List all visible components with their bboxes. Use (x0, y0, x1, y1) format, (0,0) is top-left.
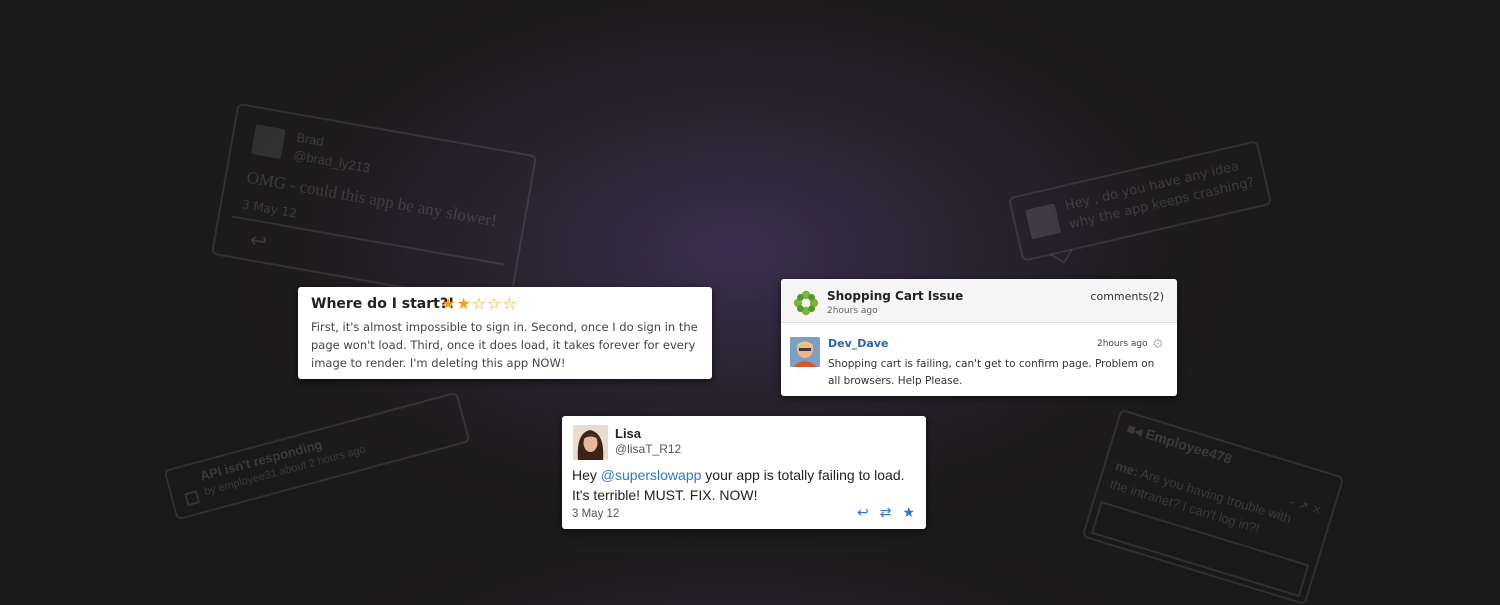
pinwheel-logo-icon (793, 290, 819, 316)
favorite-icon[interactable]: ★ (902, 505, 915, 521)
review-title: Where do I start?! (311, 296, 455, 312)
tweet-actions: ↩ ⇄ ★ (857, 505, 915, 521)
background-ticket-item: API isn't responding by employee31 about… (163, 391, 471, 521)
chat-sender: me: (1113, 458, 1141, 480)
issue-time: 2hours ago (827, 306, 878, 316)
comments-link[interactable]: comments(2) (1090, 290, 1164, 303)
background-chat-window: ■◂ Employee478 – ↗ × me: Are you having … (1081, 408, 1345, 605)
issue-header: Shopping Cart Issue 2hours ago comments(… (781, 279, 1177, 323)
star-empty-icon: ☆ (487, 294, 503, 313)
avatar (790, 337, 820, 367)
mention-link[interactable]: @superslowapp (601, 467, 702, 483)
review-body: First, it's almost impossible to sign in… (311, 320, 698, 370)
retweet-icon[interactable]: ⇄ (880, 505, 892, 521)
avatar (1025, 203, 1062, 240)
bubble-text: Hey , do you have any idea why the app k… (1063, 155, 1256, 235)
tweet-text: OMG - could this app be any slower! (245, 167, 499, 231)
issue-title: Shopping Cart Issue (827, 289, 964, 303)
avatar (573, 425, 608, 460)
star-empty-icon: ☆ (471, 294, 488, 313)
comment-text: Shopping cart is failing, can't get to c… (828, 358, 1155, 387)
comment-author[interactable]: Dev_Dave (828, 337, 888, 350)
gear-icon[interactable]: ⚙ (1152, 337, 1164, 352)
reply-icon[interactable]: ↩ (857, 505, 869, 521)
review-card: Where do I start?! ★★☆☆☆ First, it's alm… (298, 287, 712, 379)
tweet-date: 3 May 12 (572, 508, 620, 520)
comment-time: 2hours ago (1097, 339, 1148, 349)
tweet-text: Hey @superslowapp your app is totally fa… (572, 465, 916, 505)
tweet-author-name: Lisa (615, 426, 642, 441)
user-photo-icon (790, 337, 820, 367)
tweet-author-handle: @brad_ly213 (292, 147, 372, 176)
star-filled-icon: ★ (456, 294, 472, 313)
chat-header: ■◂ Employee478 (1125, 420, 1234, 468)
chat-contact-name: Employee478 (1143, 425, 1234, 468)
checkbox (184, 490, 201, 507)
star-rating: ★★☆☆☆ (441, 294, 518, 313)
tweet-card: Lisa @lisaT_R12 Hey @superslowapp your a… (562, 416, 926, 529)
user-photo-icon (573, 425, 608, 460)
tweet-date: 3 May 12 (240, 197, 298, 221)
background-chat-bubble: Hey , do you have any idea why the app k… (1007, 140, 1273, 264)
bubble-tail (1050, 241, 1073, 264)
tweet-author-name: Brad (295, 129, 325, 150)
avatar (251, 124, 286, 160)
tweet-author-handle: @lisaT_R12 (615, 442, 682, 456)
reply-icon: ↩ (248, 227, 269, 254)
background-tweet-card: Brad @brad_ly213 OMG - could this app be… (210, 102, 538, 308)
tweet-text-start: Hey (572, 467, 601, 483)
star-filled-icon: ★ (441, 294, 457, 313)
issue-card: Shopping Cart Issue 2hours ago comments(… (781, 279, 1177, 396)
star-empty-icon: ☆ (502, 294, 518, 313)
